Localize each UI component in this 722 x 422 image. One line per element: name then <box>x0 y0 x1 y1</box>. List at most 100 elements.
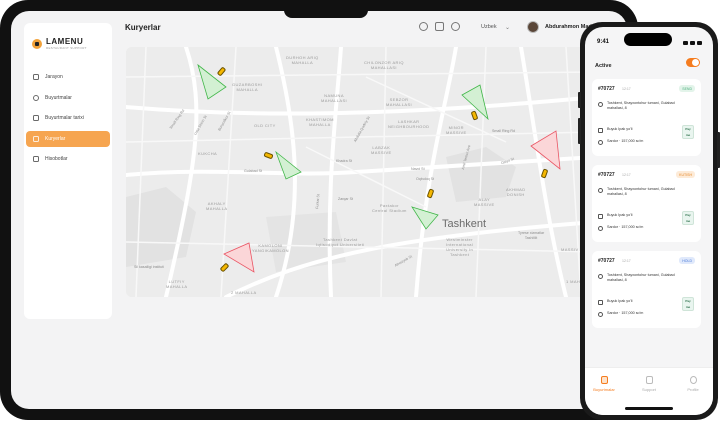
sidebar-item-label: Hisobotlar <box>45 156 68 162</box>
orders-icon <box>600 376 608 384</box>
location-pin-icon <box>598 187 603 193</box>
orders-icon <box>33 94 39 101</box>
order-time: 12:17 <box>622 258 631 263</box>
order-sum: Sardor · 157,000 so'm <box>598 311 676 317</box>
method-text: Buyuk Ipak yo'li <box>607 127 633 131</box>
phone-button <box>717 132 720 168</box>
order-address: Toshkent, Shayxontohur tumani, Gulabad m… <box>598 187 676 197</box>
order-sum: Sardor · 157,000 so'm <box>598 225 676 231</box>
phone-screen: 9:41 Active #70727 12:17 SEND Toshkent, … <box>585 27 713 415</box>
laptop-notch <box>284 2 368 18</box>
store-icon <box>598 213 603 219</box>
phone-button <box>578 118 581 144</box>
map-label: AKHMAD DONISH <box>506 187 526 197</box>
map-label: Westminster International University in Tas… <box>446 237 474 257</box>
sidebar-item-hisobotlar[interactable]: Hisobotlar <box>26 151 110 167</box>
sidebar-item-jarayon[interactable]: Jarayon <box>26 69 110 85</box>
order-card[interactable]: #70727 12:17 SEND Toshkent, Shayxontohur… <box>592 79 701 156</box>
courier-map[interactable]: DURHOH ARIQ MAHALLA CHILONZOR ARIQ MAHALLA… <box>126 47 596 297</box>
tab-profile[interactable]: Profile <box>678 376 708 392</box>
street-label: Gulabad St <box>244 169 262 173</box>
tab-buyurtmalar[interactable]: Buyurtmalar <box>589 376 619 392</box>
order-id: #70727 <box>598 86 615 92</box>
bell-icon[interactable] <box>419 22 428 31</box>
map-label: SEBZOR MAHALLASI <box>386 97 413 107</box>
map-label: KHASTIMOM MAHALLA <box>306 117 334 127</box>
street-label: Small Ring Rd <box>492 129 515 133</box>
order-sum: Sardor · 157,000 so'm <box>598 139 676 145</box>
map-label: LUTFIY MAHALLA <box>166 279 188 289</box>
sum-text: Sardor · 157,000 so'm <box>607 225 644 229</box>
store-icon <box>598 127 603 133</box>
sidebar-item-label: Buyurtmalar tarixi <box>45 115 84 121</box>
couriers-icon <box>33 135 39 142</box>
map-label: DURHOH ARIQ MAHALLA <box>286 55 319 65</box>
phone-button <box>578 92 581 108</box>
tab-label: Support <box>641 387 656 392</box>
order-id: #70727 <box>598 258 615 264</box>
order-address: Toshkent, Shayxontohur tumani, Gulabad m… <box>598 273 676 283</box>
language-select[interactable]: Uzbek <box>481 24 497 30</box>
user-icon <box>598 139 603 145</box>
map-label: KAMOLONI YANGIKAMOLON <box>252 243 289 253</box>
map-label: LASHKAR NEIGHBOURHOOD <box>388 119 430 129</box>
help-icon[interactable] <box>451 22 460 31</box>
map-label: MINOR MASSIVE <box>446 125 467 135</box>
street-label: Zarqar St <box>338 197 353 201</box>
tab-support[interactable]: Support <box>634 376 664 392</box>
map-label: MASSIV <box>561 247 579 252</box>
order-card[interactable]: #70727 12:17 HOLD Toshkent, Shayxontohur… <box>592 251 701 328</box>
map-label: GUZARBOSHI MAHALLA <box>232 82 263 92</box>
map-label: LABZAK MASSIVE <box>371 145 392 155</box>
active-label: Active <box>595 63 612 69</box>
logo-icon <box>32 39 42 49</box>
map-label: OLD CITY <box>254 123 276 128</box>
street-label: Khadra St <box>336 159 352 163</box>
address-text: Toshkent, Shayxontohur tumani, Gulabad m… <box>607 187 675 196</box>
user-icon <box>598 311 603 317</box>
map-label: NAMUNA MAHALLASI <box>321 93 348 103</box>
tab-label: Buyurtmalar <box>593 387 615 392</box>
map-label: Tashkent Davlat Iqtisodiyot Universiteti <box>316 237 365 247</box>
chevron-down-icon[interactable]: ⌄ <box>505 24 510 31</box>
avatar[interactable] <box>527 21 539 33</box>
activity-icon <box>33 74 39 80</box>
store-icon <box>598 299 603 305</box>
sum-text: Sardor · 157,000 so'm <box>607 139 644 143</box>
order-method: Buyuk Ipak yo'li <box>598 127 676 133</box>
sidebar-item-buyurtmalar[interactable]: Buyurtmalar <box>26 90 110 106</box>
home-indicator <box>625 407 673 410</box>
history-icon <box>33 115 39 121</box>
payme-logo: Pay me <box>682 211 694 225</box>
dynamic-island <box>624 33 672 46</box>
phone-frame: 9:41 Active #70727 12:17 SEND Toshkent, … <box>578 22 720 420</box>
location-pin-icon <box>598 101 603 107</box>
map-label: CHILONZOR ARIQ MAHALLASI <box>364 60 404 70</box>
map-label: Tyrese xizmatlar TashMit <box>518 231 545 240</box>
order-method: Buyuk Ipak yo'li <box>598 299 676 305</box>
sidebar-item-buyurtmalar-tarixi[interactable]: Buyurtmalar tarixi <box>26 110 110 126</box>
order-time: 12:17 <box>622 172 631 177</box>
order-time: 12:17 <box>622 86 631 91</box>
map-label: 2 MAHALLA <box>231 290 257 295</box>
order-method: Buyuk Ipak yo'li <box>598 213 676 219</box>
city-label: Tashkent <box>442 218 487 230</box>
logo-subtitle: RESTAURANT SUPPORT <box>46 46 87 50</box>
camera-icon[interactable] <box>435 22 444 31</box>
map-label: KUKCHA <box>198 151 218 156</box>
sidebar-item-label: Kuryerlar <box>45 135 66 142</box>
order-card[interactable]: #70727 12:17 KUTISH Toshkent, Shayxontoh… <box>592 165 701 242</box>
map-label: ALAY MASSIVE <box>474 197 495 207</box>
page-title: Kuryerlar <box>125 23 161 32</box>
order-id: #70727 <box>598 172 615 178</box>
order-address: Toshkent, Shayxontohur tumani, Gulabad m… <box>598 101 676 111</box>
sum-text: Sardor · 157,000 so'm <box>607 311 644 315</box>
sidebar: LAMENU RESTAURANT SUPPORT Jarayon Buyurt… <box>24 23 112 319</box>
profile-icon <box>689 376 697 384</box>
sidebar-item-label: Jarayon <box>45 74 63 80</box>
street-label: Navoi St <box>411 167 425 171</box>
active-toggle[interactable] <box>686 58 700 67</box>
sidebar-item-kuryerlar[interactable]: Kuryerlar <box>26 130 110 147</box>
signal-battery-icon <box>683 41 703 45</box>
logo[interactable]: LAMENU RESTAURANT SUPPORT <box>32 38 87 50</box>
